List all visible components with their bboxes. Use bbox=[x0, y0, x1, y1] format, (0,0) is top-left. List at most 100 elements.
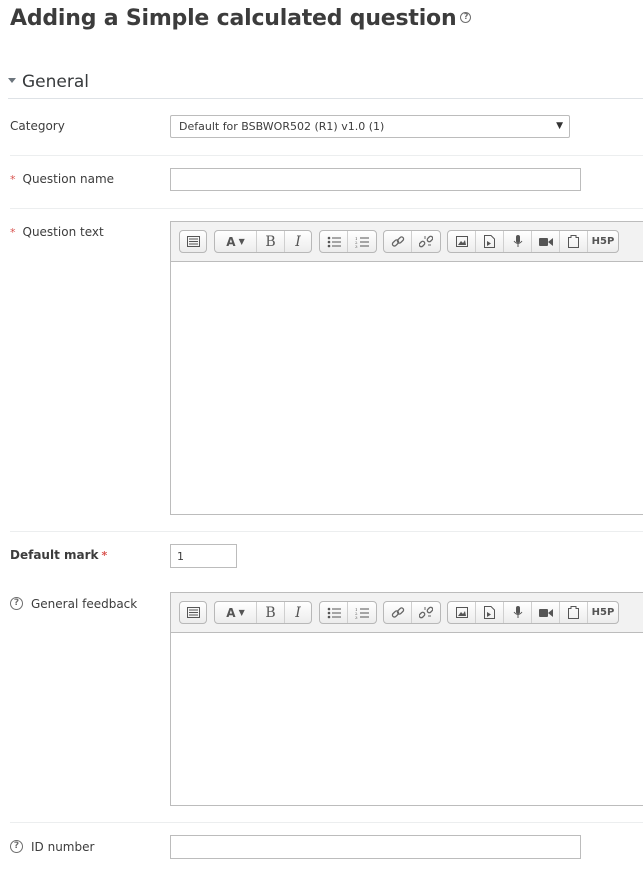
default-mark-label: Default mark * bbox=[10, 548, 108, 562]
toolbar-toggle-button[interactable] bbox=[180, 602, 206, 623]
record-video-button[interactable] bbox=[532, 602, 560, 623]
question-text-editor[interactable]: A ▼ B I 123 H5P bbox=[170, 221, 643, 515]
media-button[interactable] bbox=[476, 231, 504, 252]
toolbar-group: 123 bbox=[319, 230, 377, 253]
h5p-icon: H5P bbox=[591, 607, 615, 618]
required-icon: * bbox=[101, 549, 108, 562]
h5p-icon: H5P bbox=[591, 236, 615, 247]
image-button[interactable] bbox=[448, 231, 476, 252]
font-style-icon: A bbox=[226, 234, 236, 249]
chevron-down-icon: ▼ bbox=[238, 608, 245, 617]
manage-files-button[interactable] bbox=[560, 231, 588, 252]
collapse-caret-icon[interactable] bbox=[8, 78, 16, 83]
help-icon[interactable]: ? bbox=[460, 11, 472, 23]
h5p-button[interactable]: H5P bbox=[588, 602, 618, 623]
manage-files-icon bbox=[568, 606, 579, 619]
media-icon bbox=[484, 235, 495, 248]
toolbar-group bbox=[179, 230, 207, 253]
help-icon[interactable]: ? bbox=[10, 840, 23, 853]
manage-files-icon bbox=[568, 235, 579, 248]
chevron-down-icon: ▼ bbox=[238, 237, 245, 246]
font-style-icon: A bbox=[226, 605, 236, 620]
toolbar-toggle-button[interactable] bbox=[180, 231, 206, 252]
unordered-list-icon bbox=[327, 236, 341, 247]
toolbar-group: A ▼ B I bbox=[214, 230, 312, 253]
required-icon: * bbox=[10, 226, 16, 239]
bold-icon: B bbox=[265, 233, 276, 250]
id-number-label: ? ID number bbox=[10, 840, 94, 854]
general-feedback-label: ? General feedback bbox=[10, 597, 137, 611]
bold-button[interactable]: B bbox=[257, 231, 285, 252]
row-divider bbox=[10, 208, 643, 209]
video-icon bbox=[538, 237, 553, 246]
page-title: Adding a Simple calculated question? bbox=[10, 6, 472, 31]
record-audio-button[interactable] bbox=[504, 602, 532, 623]
help-icon[interactable]: ? bbox=[10, 597, 23, 610]
unordered-list-icon bbox=[327, 607, 341, 618]
category-label: Category bbox=[10, 119, 65, 133]
general-feedback-editor[interactable]: A ▼ B I 123 H5P bbox=[170, 592, 643, 806]
editor-toolbar: A ▼ B I 123 H5P bbox=[171, 593, 643, 633]
manage-files-button[interactable] bbox=[560, 602, 588, 623]
section-general-header[interactable]: General bbox=[8, 72, 643, 99]
ordered-list-icon: 123 bbox=[355, 236, 369, 248]
unlink-icon bbox=[419, 606, 433, 618]
unlink-button[interactable] bbox=[412, 602, 440, 623]
question-name-label: * Question name bbox=[10, 172, 115, 186]
keyboard-icon bbox=[186, 607, 200, 618]
link-button[interactable] bbox=[384, 602, 412, 623]
italic-icon: I bbox=[295, 233, 301, 250]
unordered-list-button[interactable] bbox=[320, 602, 348, 623]
media-icon bbox=[484, 606, 495, 619]
italic-icon: I bbox=[295, 604, 301, 621]
italic-button[interactable]: I bbox=[285, 231, 311, 252]
image-icon bbox=[455, 236, 468, 247]
microphone-icon bbox=[513, 606, 522, 618]
link-button[interactable] bbox=[384, 231, 412, 252]
link-icon bbox=[391, 235, 404, 247]
toolbar-group bbox=[179, 601, 207, 624]
video-icon bbox=[538, 608, 553, 617]
image-button[interactable] bbox=[448, 602, 476, 623]
record-video-button[interactable] bbox=[532, 231, 560, 252]
h5p-button[interactable]: H5P bbox=[588, 231, 618, 252]
dropdown-arrow-icon: ▼ bbox=[556, 121, 563, 131]
microphone-icon bbox=[513, 235, 522, 247]
editor-toolbar: A ▼ B I 123 H5P bbox=[171, 222, 643, 262]
ordered-list-button[interactable]: 123 bbox=[348, 602, 376, 623]
svg-text:3: 3 bbox=[355, 244, 358, 248]
toolbar-group: A ▼ B I bbox=[214, 601, 312, 624]
question-text-label: * Question text bbox=[10, 225, 104, 239]
category-selected-value: Default for BSBWOR502 (R1) v1.0 (1) bbox=[179, 120, 385, 133]
unordered-list-button[interactable] bbox=[320, 231, 348, 252]
bold-icon: B bbox=[265, 604, 276, 621]
id-number-input[interactable] bbox=[170, 835, 581, 859]
font-style-button[interactable]: A ▼ bbox=[215, 602, 257, 623]
unlink-icon bbox=[419, 235, 433, 247]
section-title[interactable]: General bbox=[22, 72, 89, 92]
svg-text:3: 3 bbox=[355, 615, 358, 619]
row-divider bbox=[10, 822, 643, 823]
toolbar-group bbox=[383, 230, 441, 253]
toolbar-group: H5P bbox=[447, 601, 619, 624]
image-icon bbox=[455, 607, 468, 618]
category-select[interactable]: Default for BSBWOR502 (R1) v1.0 (1) ▼ bbox=[170, 115, 570, 138]
row-divider bbox=[10, 155, 643, 156]
record-audio-button[interactable] bbox=[504, 231, 532, 252]
link-icon bbox=[391, 606, 404, 618]
question-name-input[interactable] bbox=[170, 168, 581, 191]
required-icon: * bbox=[10, 173, 16, 186]
default-mark-input[interactable] bbox=[170, 544, 237, 568]
ordered-list-icon: 123 bbox=[355, 607, 369, 619]
toolbar-group bbox=[383, 601, 441, 624]
bold-button[interactable]: B bbox=[257, 602, 285, 623]
ordered-list-button[interactable]: 123 bbox=[348, 231, 376, 252]
italic-button[interactable]: I bbox=[285, 602, 311, 623]
toolbar-group: 123 bbox=[319, 601, 377, 624]
row-divider bbox=[10, 531, 643, 532]
media-button[interactable] bbox=[476, 602, 504, 623]
font-style-button[interactable]: A ▼ bbox=[215, 231, 257, 252]
toolbar-group: H5P bbox=[447, 230, 619, 253]
keyboard-icon bbox=[186, 236, 200, 247]
unlink-button[interactable] bbox=[412, 231, 440, 252]
